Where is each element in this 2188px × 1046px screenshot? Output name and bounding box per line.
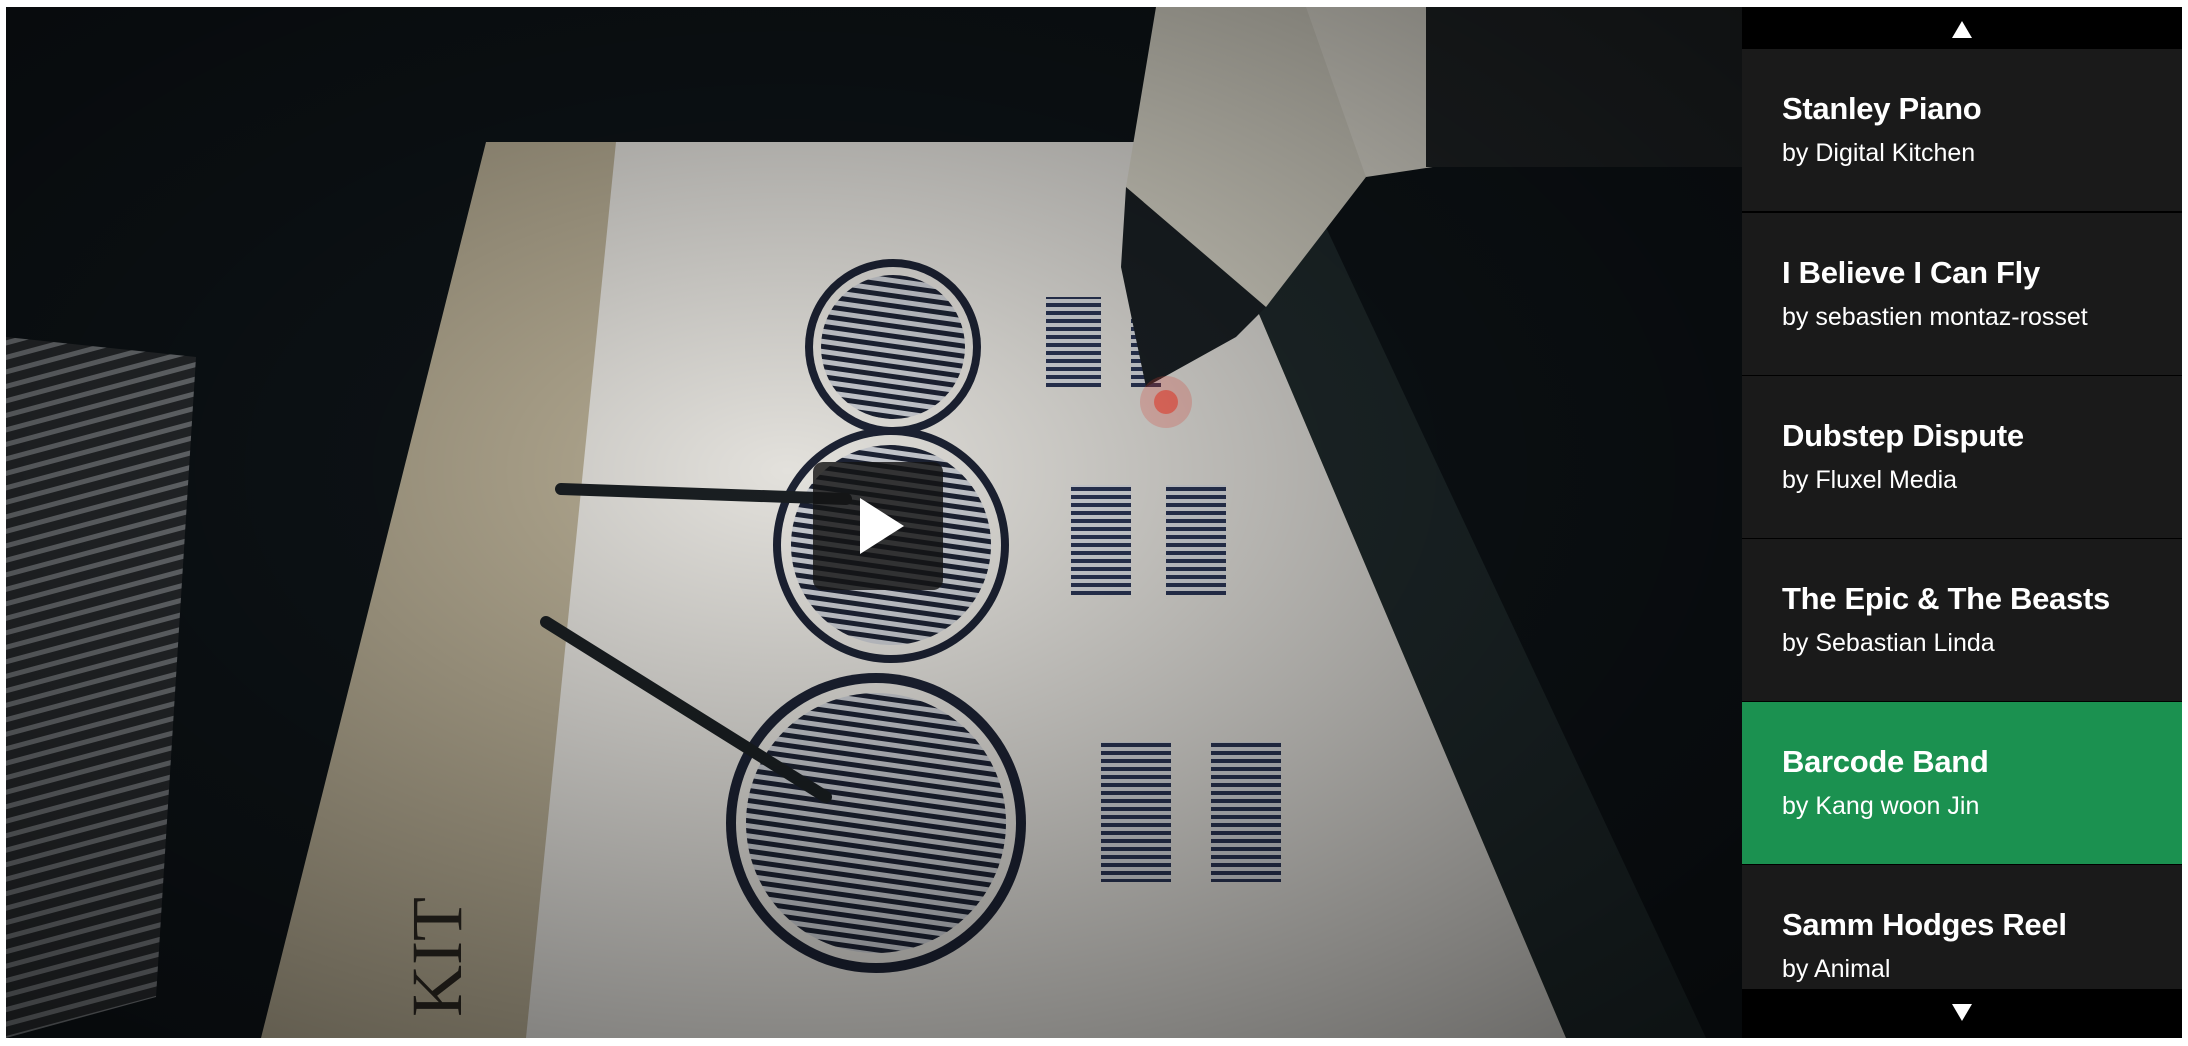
playlist-item[interactable]: Dubstep Dispute by Fluxel Media <box>1742 376 2182 538</box>
video-title: I Believe I Can Fly <box>1782 255 2040 290</box>
playlist-item[interactable]: Samm Hodges Reel by Animal <box>1742 865 2182 989</box>
scroll-down-button[interactable] <box>1742 989 2182 1038</box>
video-playlist: Stanley Piano by Digital Kitchen I Belie… <box>1742 7 2182 1038</box>
video-title: Barcode Band <box>1782 744 1989 779</box>
video-title: Stanley Piano <box>1782 91 1982 126</box>
video-byline: by Digital Kitchen <box>1782 139 1976 167</box>
video-title: Samm Hodges Reel <box>1782 907 2067 942</box>
video-title: Dubstep Dispute <box>1782 418 2024 453</box>
video-byline: by Animal <box>1782 955 1891 983</box>
playlist-items: Stanley Piano by Digital Kitchen I Belie… <box>1742 49 2182 989</box>
video-title: The Epic & The Beasts <box>1782 581 2110 616</box>
play-button[interactable] <box>813 462 943 590</box>
playlist-item[interactable]: I Believe I Can Fly by sebastien montaz-… <box>1742 213 2182 375</box>
scroll-up-button[interactable] <box>1742 7 2182 49</box>
video-player[interactable]: KIT <box>6 7 1742 1038</box>
video-byline: by Kang woon Jin <box>1782 792 1980 820</box>
video-byline: by Fluxel Media <box>1782 466 1958 494</box>
video-byline: by Sebastian Linda <box>1782 629 1995 657</box>
playlist-item-active[interactable]: Barcode Band by Kang woon Jin <box>1742 702 2182 864</box>
playlist-item[interactable]: The Epic & The Beasts by Sebastian Linda <box>1742 539 2182 701</box>
video-byline: by sebastien montaz-rosset <box>1782 303 2088 331</box>
play-icon <box>860 498 904 554</box>
arrow-up-icon <box>1952 21 1972 38</box>
playlist-item[interactable]: Stanley Piano by Digital Kitchen <box>1742 49 2182 211</box>
arrow-down-icon <box>1952 1004 1972 1021</box>
